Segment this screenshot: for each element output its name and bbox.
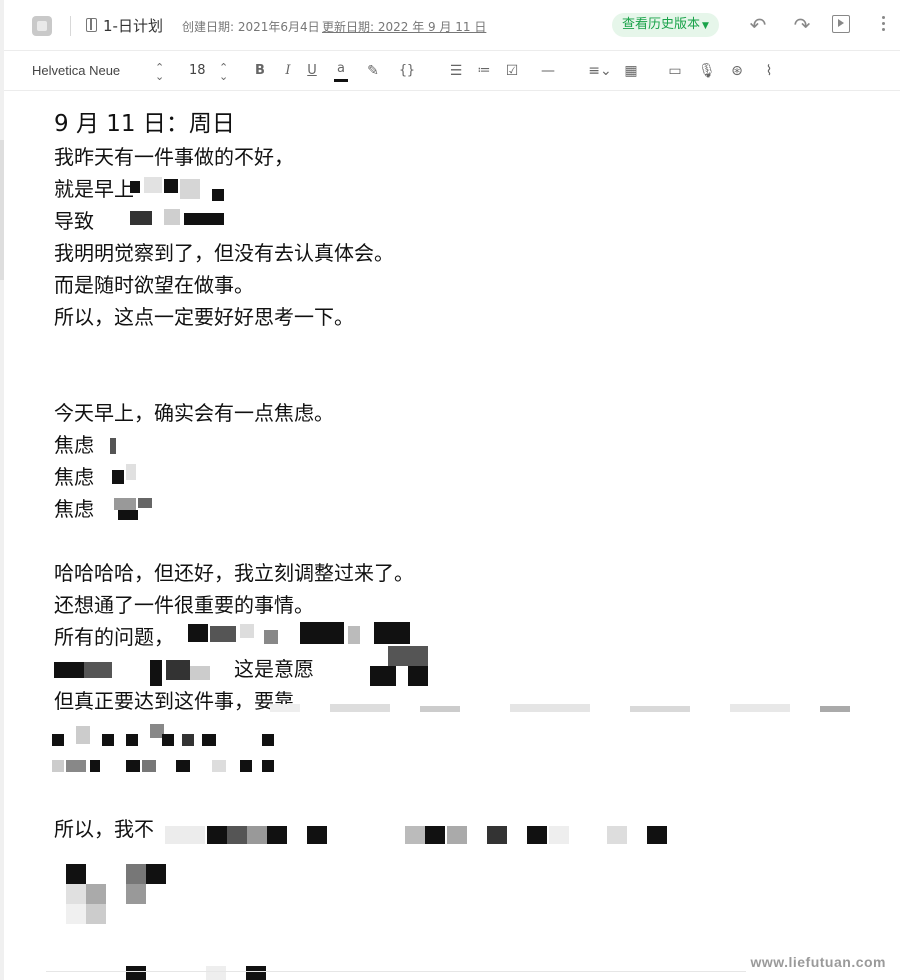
- paragraph-line[interactable]: 哈哈哈哈，但还好，我立刻调整过来了。: [54, 557, 894, 589]
- paragraph-line[interactable]: 还想通了一件很重要的事情。: [54, 589, 894, 621]
- audio-record-icon[interactable]: 🎙︎: [698, 60, 716, 82]
- highlight-icon[interactable]: ✎: [364, 60, 382, 82]
- paragraph-line[interactable]: 焦虑: [54, 429, 894, 461]
- paragraph-line[interactable]: 而是随时欲望在做事。: [54, 269, 894, 301]
- paragraph-line[interactable]: 我昨天有一件事做的不好，: [54, 141, 894, 173]
- redo-icon[interactable]: ↷: [790, 13, 814, 37]
- note-header: 1-日计划 创建日期: 2021年6月4日 更新日期: 2022 年 9 月 1…: [4, 0, 900, 50]
- watermark: www.liefutuan.com: [750, 954, 886, 970]
- font-family-stepper-icon[interactable]: ⌃ ⌄: [155, 62, 164, 85]
- view-history-button[interactable]: 查看历史版本 ▼: [612, 13, 719, 37]
- created-date: 创建日期: 2021年6月4日: [182, 20, 320, 34]
- italic-button[interactable]: I: [282, 60, 294, 82]
- redaction-mosaic: [54, 660, 234, 690]
- redaction-mosaic: [270, 700, 850, 716]
- redaction-mosaic: [52, 720, 282, 776]
- empty-line[interactable]: [54, 365, 894, 397]
- numbered-list-icon[interactable]: ≔: [475, 60, 493, 82]
- header-divider: [70, 16, 71, 36]
- caret-down-icon: ▼: [702, 21, 709, 31]
- font-family-select[interactable]: Helvetica Neue: [32, 60, 120, 82]
- redaction-mosaic: [126, 964, 270, 980]
- presentation-icon[interactable]: [832, 15, 850, 33]
- align-dropdown-icon[interactable]: ≡⌄: [584, 60, 616, 82]
- redaction-mosaic: [165, 824, 670, 846]
- paragraph-line[interactable]: 焦虑: [54, 493, 894, 525]
- content-bottom-border: [46, 971, 746, 972]
- more-options-icon[interactable]: [880, 14, 886, 36]
- table-icon[interactable]: ▦: [622, 60, 640, 82]
- underline-button[interactable]: U: [305, 60, 319, 82]
- paragraph-line[interactable]: 所以，这点一定要好好思考一下。: [54, 301, 894, 333]
- bullet-list-icon[interactable]: ☰: [447, 60, 465, 82]
- toolbar-divider-line: [4, 90, 900, 91]
- format-toolbar: Helvetica Neue ⌃ ⌄ 18 ⌃ ⌄ B I U a ✎ {} ☰ ≔…: [4, 52, 900, 90]
- redaction-mosaic: [110, 436, 155, 526]
- empty-line[interactable]: [54, 333, 894, 365]
- insert-block-icon[interactable]: ▭: [666, 60, 684, 82]
- bold-button[interactable]: B: [253, 60, 267, 82]
- sidebar-toggle-icon[interactable]: [32, 16, 52, 36]
- horizontal-rule-icon[interactable]: —: [539, 60, 557, 82]
- note-title[interactable]: 9 月 11 日：周日: [54, 107, 894, 141]
- text-color-button[interactable]: a: [334, 60, 348, 82]
- empty-line[interactable]: [54, 781, 894, 813]
- redaction-mosaic: [130, 173, 230, 231]
- font-size-select[interactable]: 18: [189, 60, 206, 82]
- header-divider-line: [4, 50, 900, 51]
- undo-icon[interactable]: ↶: [746, 13, 770, 37]
- updated-date[interactable]: 更新日期: 2022 年 9 月 11 日: [322, 18, 486, 35]
- window-left-edge: [0, 0, 4, 980]
- paragraph-line[interactable]: 焦虑: [54, 461, 894, 493]
- notebook-icon: [86, 18, 97, 32]
- paragraph-line[interactable]: 我明明觉察到了，但没有去认真体会。: [54, 237, 894, 269]
- redaction-mosaic: [66, 864, 170, 928]
- drawing-icon[interactable]: ⊛: [728, 60, 746, 82]
- attachment-icon[interactable]: ⌇: [760, 60, 778, 82]
- font-size-stepper-icon[interactable]: ⌃ ⌄: [219, 62, 228, 85]
- paragraph-line[interactable]: 今天早上，确实会有一点焦虑。: [54, 397, 894, 429]
- empty-line[interactable]: [54, 525, 894, 557]
- code-button[interactable]: {}: [396, 60, 418, 82]
- checklist-icon[interactable]: ☑: [503, 60, 521, 82]
- notebook-title[interactable]: 1-日计划: [103, 15, 163, 36]
